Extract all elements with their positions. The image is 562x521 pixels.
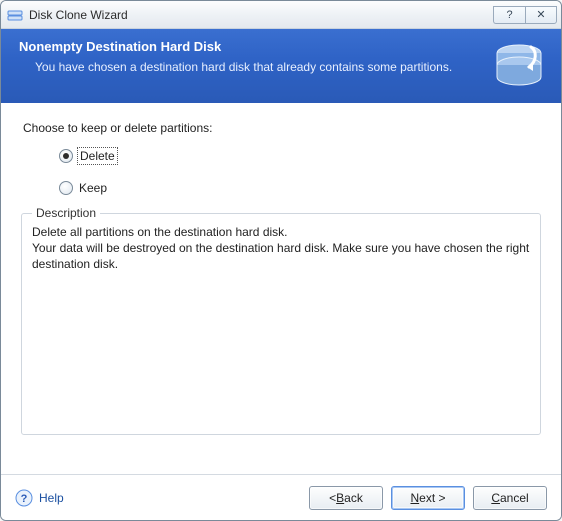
radio-delete[interactable]: Delete (59, 149, 543, 163)
titlebar-close-button[interactable]: ✕ (525, 6, 557, 24)
cancel-suffix: ancel (500, 491, 529, 505)
description-text: Delete all partitions on the destination… (32, 224, 530, 273)
radio-delete-label: Delete (79, 149, 116, 163)
content-area: Choose to keep or delete partitions: Del… (1, 103, 561, 474)
banner-heading: Nonempty Destination Hard Disk (19, 39, 547, 54)
next-mnemonic: N (410, 491, 419, 505)
next-suffix: ext > (419, 491, 445, 505)
cancel-button[interactable]: Cancel (473, 486, 547, 510)
wizard-window: Disk Clone Wizard ? ✕ Nonempty Destinati… (0, 0, 562, 521)
description-box: Description Delete all partitions on the… (21, 213, 541, 435)
help-icon: ? (15, 489, 33, 507)
svg-text:?: ? (21, 493, 28, 505)
footer: ? Help < Back Next > Cancel (1, 474, 561, 520)
prompt-text: Choose to keep or delete partitions: (23, 121, 543, 135)
radio-delete-indicator (59, 149, 73, 163)
help-glyph: ? (506, 9, 512, 21)
radio-keep-label: Keep (79, 181, 107, 195)
description-legend: Description (32, 206, 100, 220)
window-title: Disk Clone Wizard (29, 8, 493, 22)
disk-stack-icon (491, 39, 547, 91)
close-glyph: ✕ (536, 8, 545, 21)
back-prefix: < (329, 491, 336, 505)
banner-subheading: You have chosen a destination hard disk … (35, 60, 547, 74)
back-button[interactable]: < Back (309, 486, 383, 510)
help-link[interactable]: ? Help (15, 489, 64, 507)
titlebar: Disk Clone Wizard ? ✕ (1, 1, 561, 29)
app-icon (7, 7, 23, 23)
banner: Nonempty Destination Hard Disk You have … (1, 29, 561, 103)
back-suffix: ack (344, 491, 363, 505)
next-button[interactable]: Next > (391, 486, 465, 510)
radio-keep-indicator (59, 181, 73, 195)
titlebar-help-button[interactable]: ? (493, 6, 525, 24)
radio-keep[interactable]: Keep (59, 181, 543, 195)
caption-buttons: ? ✕ (493, 6, 557, 24)
cancel-mnemonic: C (491, 491, 500, 505)
help-label: Help (39, 491, 64, 505)
partition-choice-group: Delete Keep (59, 149, 543, 195)
back-mnemonic: B (336, 491, 344, 505)
